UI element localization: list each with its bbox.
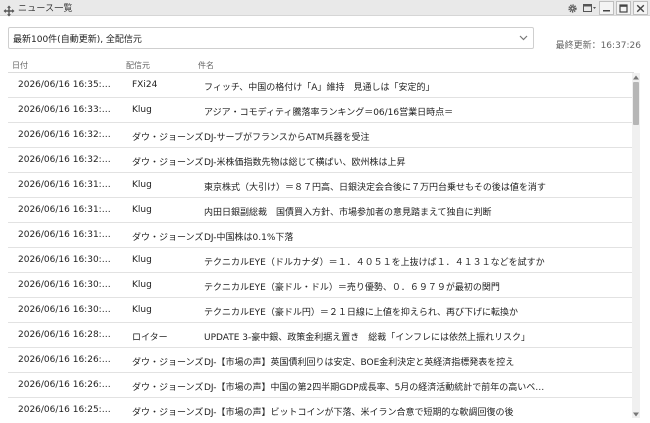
window-titlebar: ニュース一覧 [0, 0, 650, 16]
close-button[interactable] [633, 1, 648, 15]
news-date: 2026/06/16 16:26:… [18, 380, 111, 390]
minimize-button[interactable] [599, 1, 614, 15]
news-date: 2026/06/16 16:35:… [18, 80, 111, 90]
news-source: Klug [132, 205, 152, 215]
news-row[interactable]: 2026/06/16 16:31:… Klug 東京株式（大引け）＝８７円高、日銀決… [8, 173, 634, 198]
news-row[interactable]: 2026/06/16 16:30:… Klug テクニカルEYE（豪ドル円）＝２１日… [8, 298, 634, 323]
news-list-scrollbar[interactable] [632, 73, 640, 418]
layout-menu-button[interactable] [582, 1, 597, 15]
column-header-date[interactable]: 日付 [12, 60, 28, 71]
news-source: ダウ・ジョーンズ [132, 158, 204, 168]
news-list-header: 日付 配信元 件名 [8, 57, 634, 73]
news-date: 2026/06/16 16:31:… [18, 180, 111, 190]
news-row[interactable]: 2026/06/16 16:35:… FXi24 フィッチ、中国の格付け「A」維持 … [8, 73, 634, 98]
news-row[interactable]: 2026/06/16 16:26:… ダウ・ジョーンズ DJ-【市場の声】中国の第2… [8, 373, 634, 398]
news-date: 2026/06/16 16:25:… [18, 405, 111, 415]
news-title: DJ-【市場の声】ビットコインが下落、米イラン合意で短期的な軟調回復の後 [204, 408, 514, 418]
news-row[interactable]: 2026/06/16 16:30:… Klug テクニカルEYE（豪ドル・ドル）＝売… [8, 273, 634, 298]
news-title: DJ-【市場の声】中国の第2四半期GDP成長率、5月の経済活動統計で前年の高いベ… [204, 383, 545, 393]
close-icon [636, 4, 645, 12]
minimize-icon [603, 9, 610, 11]
arrow-up-icon [633, 75, 639, 79]
news-source: Klug [132, 255, 152, 265]
news-title: フィッチ、中国の格付け「A」維持 見通しは「安定的」 [204, 83, 435, 93]
news-list: 2026/06/16 16:35:… FXi24 フィッチ、中国の格付け「A」維持 … [8, 73, 634, 418]
news-row[interactable]: 2026/06/16 16:33:… Klug アジア・コモディティ騰落率ランキング… [8, 98, 634, 123]
news-date: 2026/06/16 16:26:… [18, 355, 111, 365]
news-title: 内田日銀副総裁 国債買入方針、市場参加者の意見踏まえて独自に判断 [204, 208, 492, 218]
news-date: 2026/06/16 16:32:… [18, 130, 111, 140]
news-title: DJ-米株価指数先物は総じて横ばい、欧州株は上昇 [204, 158, 406, 168]
chevron-down-icon [519, 35, 528, 41]
news-source: Klug [132, 105, 152, 115]
window-dropdown-icon [582, 4, 596, 12]
news-row[interactable]: 2026/06/16 16:28:… ロイター UPDATE 3-豪中銀、政策金利据… [8, 323, 634, 348]
news-date: 2026/06/16 16:30:… [18, 280, 111, 290]
gear-icon [568, 3, 577, 13]
news-date: 2026/06/16 16:32:… [18, 155, 111, 165]
scroll-down-button[interactable] [632, 410, 640, 418]
news-source: Klug [132, 305, 152, 315]
news-title: テクニカルEYE（豪ドル円）＝２１日線に上値を抑えられ、再び下げに転換か [204, 308, 518, 318]
news-source: ダウ・ジョーンズ [132, 358, 204, 368]
news-title: DJ-サーブがフランスからATM兵器を受注 [204, 133, 370, 143]
arrow-down-icon [633, 412, 639, 416]
news-title: UPDATE 3-豪中銀、政策金利据え置き 総裁「インフレには依然上振れリスク」 [204, 333, 530, 343]
news-title: 東京株式（大引け）＝８７円高、日銀決定会合後に７万円台乗せもその後は値を消す [204, 183, 546, 193]
news-filter-value: 最新100件(自動更新), 全配信元 [13, 34, 142, 45]
news-date: 2026/06/16 16:28:… [18, 330, 111, 340]
news-date: 2026/06/16 16:30:… [18, 255, 111, 265]
news-source: FXi24 [132, 80, 158, 90]
move-icon[interactable] [3, 2, 15, 16]
news-date: 2026/06/16 16:30:… [18, 305, 111, 315]
news-source: Klug [132, 280, 152, 290]
maximize-button[interactable] [616, 1, 631, 15]
news-title: DJ-【市場の声】英国債利回りは安定、BOE金利決定と英経済指標発表を控え [204, 358, 515, 368]
news-row[interactable]: 2026/06/16 16:31:… Klug 内田日銀副総裁 国債買入方針、市場参… [8, 198, 634, 223]
news-row[interactable]: 2026/06/16 16:32:… ダウ・ジョーンズ DJ-サーブがフランスからA… [8, 123, 634, 148]
news-row[interactable]: 2026/06/16 16:26:… ダウ・ジョーンズ DJ-【市場の声】英国債利回… [8, 348, 634, 373]
settings-button[interactable] [565, 1, 580, 15]
news-source: ダウ・ジョーンズ [132, 133, 204, 143]
news-source: ダウ・ジョーンズ [132, 408, 204, 418]
news-row[interactable]: 2026/06/16 16:30:… Klug テクニカルEYE（ドルカナダ）＝１．… [8, 248, 634, 273]
scroll-up-button[interactable] [632, 73, 640, 81]
news-date: 2026/06/16 16:33:… [18, 105, 111, 115]
window-title: ニュース一覧 [18, 4, 73, 14]
maximize-icon [619, 3, 628, 13]
news-title: アジア・コモディティ騰落率ランキング＝06/16営業日時点＝ [204, 108, 454, 118]
news-source: Klug [132, 180, 152, 190]
news-row[interactable]: 2026/06/16 16:32:… ダウ・ジョーンズ DJ-米株価指数先物は総じて… [8, 148, 634, 173]
news-source: ロイター [132, 333, 168, 343]
news-date: 2026/06/16 16:31:… [18, 205, 111, 215]
news-source: ダウ・ジョーンズ [132, 383, 204, 393]
last-update-time: 最終更新：16:37:26 [555, 41, 641, 51]
news-title: テクニカルEYE（ドルカナダ）＝１．４０５１を上抜けば１．４１３１などを試すか [204, 258, 545, 268]
news-row[interactable]: 2026/06/16 16:25:… ダウ・ジョーンズ DJ-【市場の声】ビットコイ… [8, 398, 634, 418]
scroll-thumb[interactable] [633, 82, 639, 125]
news-title: テクニカルEYE（豪ドル・ドル）＝売り優勢、０．６９７９が最初の関門 [204, 283, 500, 293]
news-source: ダウ・ジョーンズ [132, 233, 204, 243]
news-date: 2026/06/16 16:31:… [18, 230, 111, 240]
column-header-title[interactable]: 件名 [198, 60, 214, 71]
column-header-source[interactable]: 配信元 [126, 60, 150, 71]
news-filter-select[interactable]: 最新100件(自動更新), 全配信元 [8, 27, 534, 49]
news-title: DJ-中国株は0.1%下落 [204, 233, 294, 243]
news-row[interactable]: 2026/06/16 16:31:… ダウ・ジョーンズ DJ-中国株は0.1%下落 [8, 223, 634, 248]
